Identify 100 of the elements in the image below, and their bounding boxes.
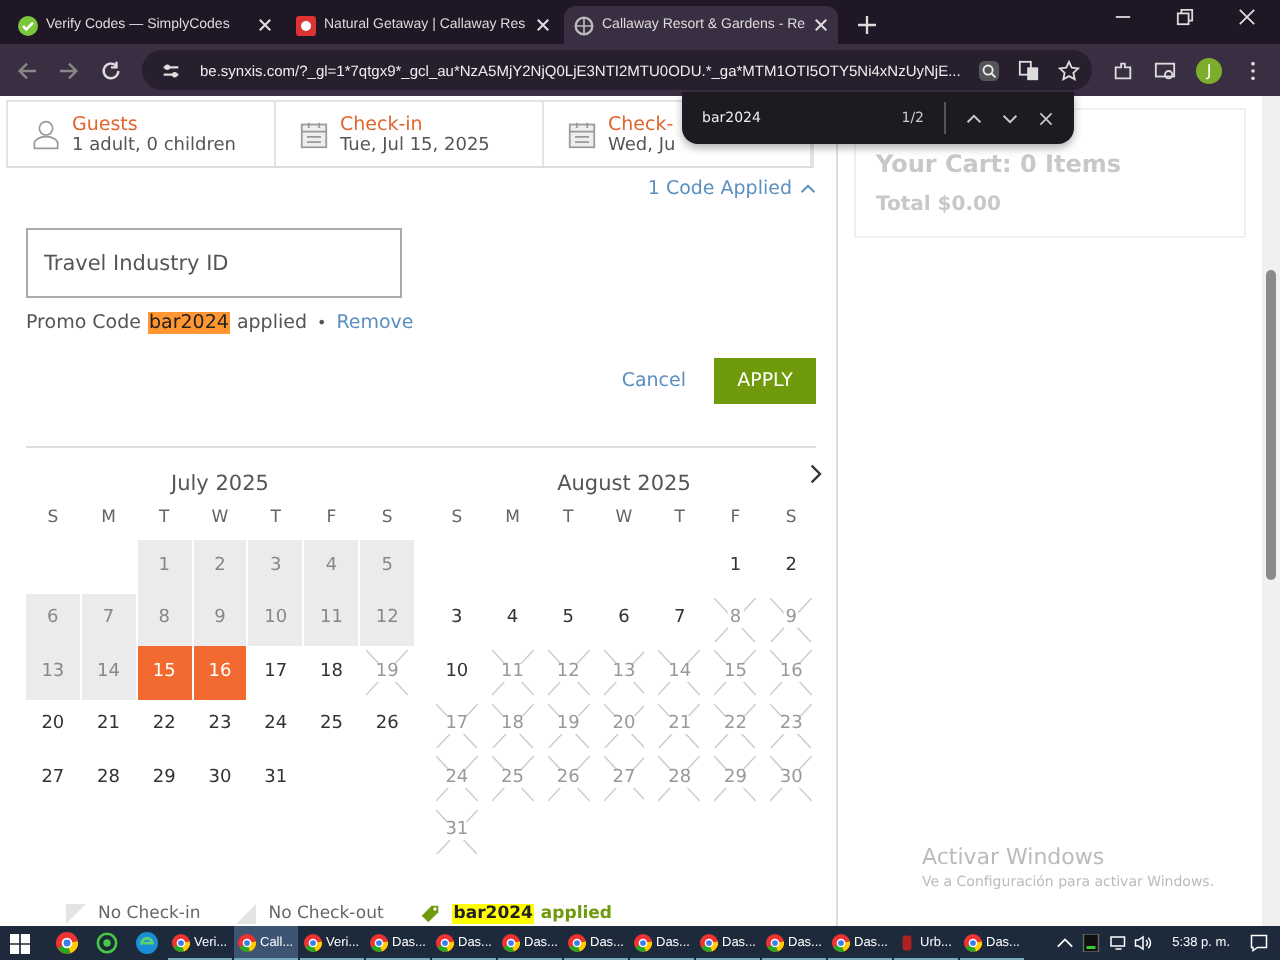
summary-value: Tue, Jul 15, 2025 (340, 135, 490, 155)
wave-icon[interactable] (136, 932, 158, 954)
promo-text: Promo Code bar2024 applied (26, 312, 307, 334)
calendar-day: 18 (485, 699, 540, 752)
scrollbar[interactable] (1262, 96, 1280, 926)
reload-icon[interactable] (100, 59, 122, 81)
calendar-day: 9 (764, 593, 818, 646)
calendar-day: 27 (597, 752, 651, 805)
chrome-icon[interactable] (56, 932, 78, 954)
weekday-label: S (783, 506, 799, 532)
windows-start-icon[interactable] (10, 933, 30, 953)
calendar-day: 8 (708, 593, 763, 646)
summary-value: 1 adult, 0 children (72, 135, 236, 155)
calendar-day: 8 (137, 593, 192, 646)
calendar-day[interactable]: 27 (26, 752, 80, 805)
weekday-label: W (209, 506, 231, 532)
back-arrow-icon[interactable] (16, 59, 38, 81)
summary-label: Check-in (340, 113, 425, 135)
notification-icon[interactable] (1250, 934, 1268, 952)
weekday-label: F (728, 506, 743, 532)
previous-match-icon[interactable] (966, 111, 982, 125)
calendar-day: 28 (652, 752, 707, 805)
weekday-label: S (449, 506, 465, 532)
calendar-day: 30 (764, 752, 818, 805)
flower-favicon-icon (296, 15, 316, 35)
weekday-label: S (45, 506, 61, 532)
calendar-day[interactable]: 10 (430, 646, 484, 699)
volume-icon[interactable] (1134, 934, 1153, 952)
forward-arrow-icon[interactable] (58, 59, 80, 81)
calendar-day[interactable]: 20 (26, 699, 80, 752)
weekday-label: M (503, 506, 522, 532)
weekday-label: W (613, 506, 635, 532)
calendar-day: 7 (81, 593, 136, 646)
person-icon (32, 119, 60, 149)
phone-bubble-icon[interactable] (96, 932, 118, 954)
chrome-icon (304, 933, 322, 951)
translate-icon[interactable] (1018, 59, 1041, 81)
summary-value: Wed, Ju (608, 135, 676, 155)
calendar-day[interactable]: 30 (193, 752, 247, 805)
summary-label: Guests (72, 113, 140, 135)
network-icon[interactable] (1108, 934, 1127, 952)
chevron-icon[interactable] (1056, 934, 1075, 952)
travel-id-field[interactable]: Travel Industry ID (26, 228, 402, 298)
weekday-label: F (324, 506, 339, 532)
restore-icon[interactable] (1176, 7, 1194, 25)
calendar-day: 1 (137, 540, 192, 593)
separator-dot: • (317, 314, 327, 332)
search-icon[interactable] (978, 59, 1001, 81)
calendar-day: 12 (541, 646, 596, 699)
summary-cell[interactable]: Check-in Tue, Jul 15, 2025 (276, 102, 544, 166)
calendar-day[interactable]: 18 (304, 646, 359, 699)
calendar-day: 16 (764, 646, 818, 699)
calendar-day: 31 (430, 805, 484, 858)
next-match-icon[interactable] (1002, 111, 1018, 125)
next-month-icon[interactable] (808, 464, 822, 484)
close-icon[interactable] (814, 18, 828, 32)
calendar-day[interactable]: 1 (708, 540, 763, 593)
star-icon[interactable] (1058, 59, 1081, 81)
calendar-day[interactable]: 25 (304, 699, 359, 752)
calendar-day[interactable]: 6 (597, 593, 651, 646)
site-settings-icon[interactable] (160, 59, 182, 81)
app-icon (898, 933, 916, 951)
calendar-day: 20 (597, 699, 651, 752)
calendar-day: 5 (360, 540, 414, 593)
calendar-day[interactable]: 22 (137, 699, 192, 752)
calendar-day[interactable]: 23 (193, 699, 247, 752)
calendar-day[interactable]: 3 (430, 593, 484, 646)
calendar-day[interactable]: 2 (764, 540, 818, 593)
puzzle-icon[interactable] (1112, 59, 1134, 81)
weekday-label: T (561, 506, 576, 532)
calendar-day: 19 (360, 646, 414, 699)
calendar-day: 6 (26, 593, 80, 646)
close-icon[interactable] (258, 18, 272, 32)
calendar-day[interactable]: 7 (652, 593, 707, 646)
calendar-day: 11 (304, 593, 359, 646)
calendar-day[interactable]: 26 (360, 699, 414, 752)
calendar-day[interactable]: 4 (485, 593, 540, 646)
calendar-day: 24 (430, 752, 484, 805)
summary-cell[interactable]: Guests 1 adult, 0 children (8, 102, 276, 166)
chrome-icon (172, 933, 190, 951)
calendar-day: 25 (485, 752, 540, 805)
calendar-day[interactable]: 28 (81, 752, 136, 805)
new-tab-icon[interactable] (858, 16, 876, 34)
calendar-day[interactable]: 24 (248, 699, 303, 752)
month-title: August 2025 (557, 472, 691, 496)
calendar-day[interactable]: 21 (81, 699, 136, 752)
close-icon[interactable] (1038, 111, 1054, 125)
calendar-day[interactable]: 17 (248, 646, 303, 699)
chrome-icon (502, 933, 520, 951)
terminal-icon[interactable] (1082, 934, 1101, 952)
chrome-icon (568, 933, 586, 951)
calendar-day: 14 (81, 646, 136, 699)
calendar-day[interactable]: 29 (137, 752, 192, 805)
media-icon[interactable] (1154, 59, 1176, 81)
close-icon[interactable] (536, 18, 550, 32)
calendar-day[interactable]: 5 (541, 593, 596, 646)
close-icon[interactable] (1238, 7, 1256, 25)
calendar-day: 17 (430, 699, 484, 752)
calendar-day[interactable]: 31 (248, 752, 303, 805)
weekday-label: S (379, 506, 395, 532)
